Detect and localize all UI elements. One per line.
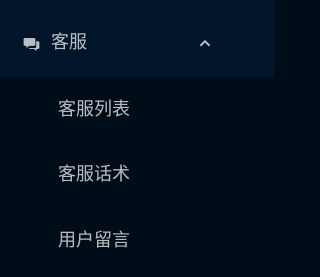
chat-icon: [23, 38, 40, 51]
menu-item-label: 客服列表: [58, 99, 130, 120]
chevron-up-icon: [200, 40, 210, 47]
menu-item-user-messages[interactable]: 用户留言: [0, 219, 275, 263]
menu-group-title: 客服: [51, 32, 87, 53]
sidebar-menu: 客服 客服列表 客服话术 用户留言: [0, 0, 275, 277]
menu-group-customer-service[interactable]: 客服: [0, 0, 275, 78]
menu-item-customer-service-list[interactable]: 客服列表: [0, 88, 275, 132]
menu-item-customer-service-scripts[interactable]: 客服话术: [0, 153, 275, 197]
menu-item-label: 客服话术: [58, 164, 130, 185]
menu-item-label: 用户留言: [58, 230, 130, 251]
